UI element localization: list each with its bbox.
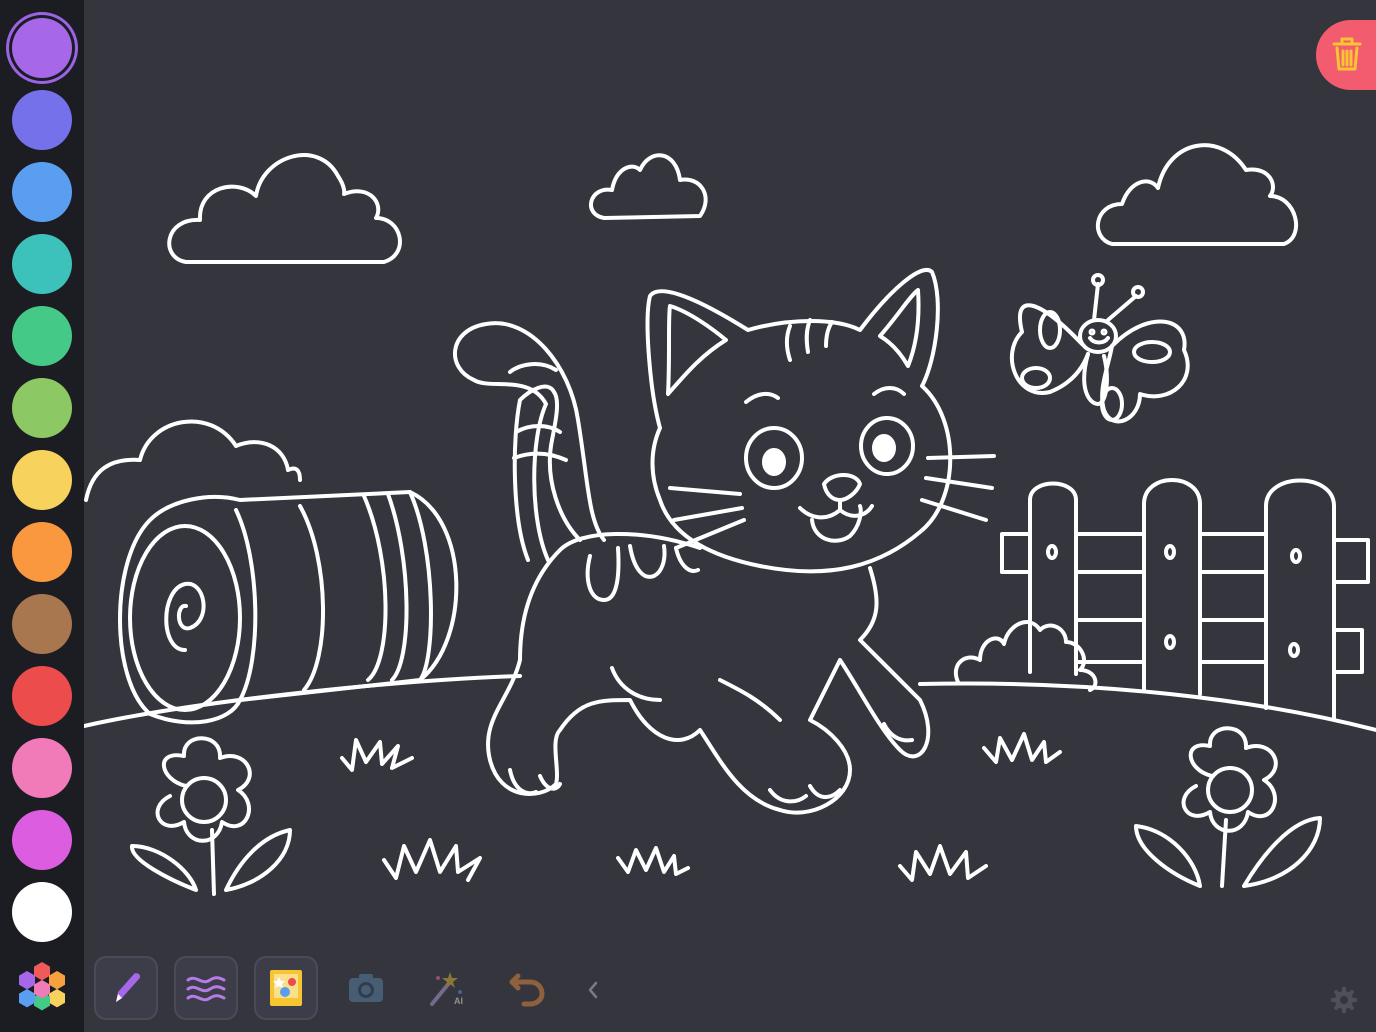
- color-palette: [0, 0, 84, 1032]
- color-swatch-indigo[interactable]: [12, 90, 72, 150]
- color-swatch-magenta[interactable]: [12, 810, 72, 870]
- trash-icon: [1332, 37, 1362, 71]
- color-swatch-white[interactable]: [12, 882, 72, 942]
- color-swatch-brown[interactable]: [12, 594, 72, 654]
- brush-strokes-tool-button[interactable]: [174, 956, 238, 1020]
- undo-tool-button[interactable]: [494, 956, 558, 1020]
- cat: [452, 268, 996, 815]
- gear-icon: [1331, 987, 1357, 1013]
- grass-tufts: [340, 732, 1062, 882]
- ai-magic-tool-button[interactable]: AI: [414, 956, 478, 1020]
- pencil-icon: [116, 973, 140, 1002]
- waves-icon: [186, 976, 226, 1002]
- color-swatch-blue[interactable]: [12, 162, 72, 222]
- butterfly: [1010, 273, 1190, 424]
- flower-right: [1134, 726, 1322, 888]
- camera-icon: [349, 974, 383, 1002]
- drawing-canvas[interactable]: AI: [84, 0, 1376, 1032]
- color-swatch-lime[interactable]: [12, 378, 72, 438]
- cloud-middle: [589, 153, 708, 220]
- gallery-tool-button[interactable]: [254, 956, 318, 1020]
- hay-bale: [118, 490, 459, 725]
- pencil-tool-button[interactable]: [94, 956, 158, 1020]
- cloud-right: [1095, 143, 1299, 246]
- color-swatch-green[interactable]: [12, 306, 72, 366]
- undo-icon: [509, 973, 545, 1007]
- collapse-toolbar-button[interactable]: [582, 978, 604, 1002]
- chevron-left-icon: [588, 981, 598, 999]
- camera-tool-button[interactable]: [334, 956, 398, 1020]
- color-swatch-red[interactable]: [12, 666, 72, 726]
- color-swatch-teal[interactable]: [12, 234, 72, 294]
- cloud-left: [167, 153, 402, 264]
- color-wheel-icon: [19, 962, 65, 1011]
- settings-button[interactable]: [1330, 986, 1358, 1014]
- color-wheel-button[interactable]: [14, 956, 70, 1012]
- coloring-page-outline[interactable]: [84, 0, 1376, 1032]
- color-swatch-pink[interactable]: [12, 738, 72, 798]
- svg-text:AI: AI: [454, 996, 463, 1006]
- fence: [1000, 478, 1370, 720]
- flower-left: [130, 736, 292, 896]
- color-swatch-orange[interactable]: [12, 522, 72, 582]
- gallery-icon: [270, 970, 302, 1006]
- magic-wand-icon: AI: [430, 972, 463, 1006]
- color-swatch-yellow[interactable]: [12, 450, 72, 510]
- color-swatch-purple[interactable]: [12, 18, 72, 78]
